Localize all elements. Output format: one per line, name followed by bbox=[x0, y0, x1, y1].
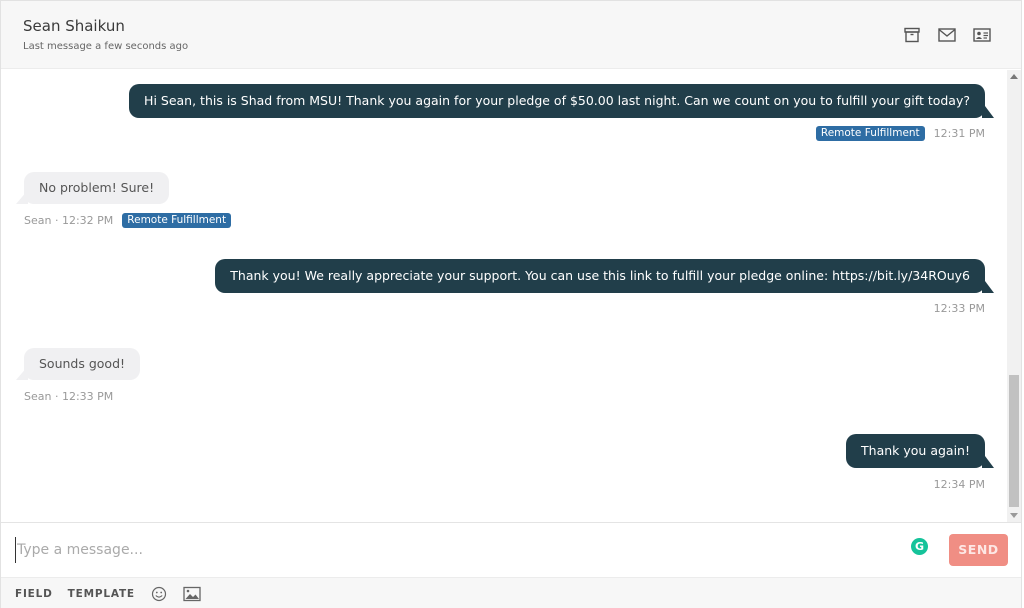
emoji-icon[interactable] bbox=[150, 586, 168, 602]
message-incoming: Sounds good! bbox=[15, 348, 141, 380]
header-actions bbox=[903, 27, 991, 43]
message-meta: Sean · 12:32 PM Remote Fulfillment bbox=[24, 213, 232, 228]
conversation-window: Sean Shaikun Last message a few seconds … bbox=[0, 0, 1022, 608]
contact-name: Sean Shaikun bbox=[23, 17, 125, 35]
message-time: 12:33 PM bbox=[933, 302, 985, 315]
scrollbar-thumb[interactable] bbox=[1009, 375, 1019, 507]
message-meta: 12:34 PM bbox=[934, 478, 985, 491]
remote-fulfillment-badge[interactable]: Remote Fulfillment bbox=[122, 213, 232, 228]
message-outgoing: Hi Sean, this is Shad from MSU! Thank yo… bbox=[129, 84, 994, 118]
last-message-status: Last message a few seconds ago bbox=[23, 41, 189, 52]
message-composer: G SEND bbox=[1, 522, 1021, 576]
message-meta: 12:33 PM bbox=[934, 302, 985, 315]
send-button[interactable]: SEND bbox=[949, 534, 1008, 566]
message-bubble: No problem! Sure! bbox=[15, 172, 170, 204]
message-bubble: Hi Sean, this is Shad from MSU! Thank yo… bbox=[129, 84, 994, 118]
message-thread: Hi Sean, this is Shad from MSU! Thank yo… bbox=[1, 70, 1007, 522]
message-incoming: No problem! Sure! bbox=[15, 172, 170, 204]
grammarly-icon[interactable]: G bbox=[911, 538, 928, 555]
conversation-header: Sean Shaikun Last message a few seconds … bbox=[1, 1, 1021, 69]
message-outgoing: Thank you again! bbox=[846, 434, 994, 468]
message-bubble: Thank you again! bbox=[846, 434, 994, 468]
thread-scrollbar[interactable] bbox=[1007, 70, 1021, 522]
scroll-up-arrow-icon[interactable] bbox=[1010, 74, 1018, 79]
envelope-icon[interactable] bbox=[938, 27, 956, 43]
sender-time: Sean · 12:33 PM bbox=[24, 390, 114, 403]
scroll-down-arrow-icon[interactable] bbox=[1010, 513, 1018, 518]
sender-time: Sean · 12:32 PM bbox=[24, 214, 114, 227]
contact-card-icon[interactable] bbox=[973, 27, 991, 43]
remote-fulfillment-badge[interactable]: Remote Fulfillment bbox=[815, 126, 925, 141]
message-input[interactable] bbox=[15, 537, 875, 563]
message-bubble: Sounds good! bbox=[15, 348, 141, 380]
template-button[interactable]: TEMPLATE bbox=[68, 588, 135, 600]
archive-icon[interactable] bbox=[903, 27, 921, 43]
message-bubble: Thank you! We really appreciate your sup… bbox=[215, 259, 994, 293]
message-time: 12:34 PM bbox=[933, 478, 985, 491]
field-button[interactable]: FIELD bbox=[15, 588, 53, 600]
message-time: 12:31 PM bbox=[933, 127, 985, 140]
image-icon[interactable] bbox=[183, 586, 201, 602]
message-meta: Remote Fulfillment 12:31 PM bbox=[815, 126, 985, 141]
composer-toolbar: FIELD TEMPLATE bbox=[1, 577, 1021, 608]
message-meta: Sean · 12:33 PM bbox=[24, 390, 113, 403]
message-outgoing: Thank you! We really appreciate your sup… bbox=[215, 259, 994, 293]
